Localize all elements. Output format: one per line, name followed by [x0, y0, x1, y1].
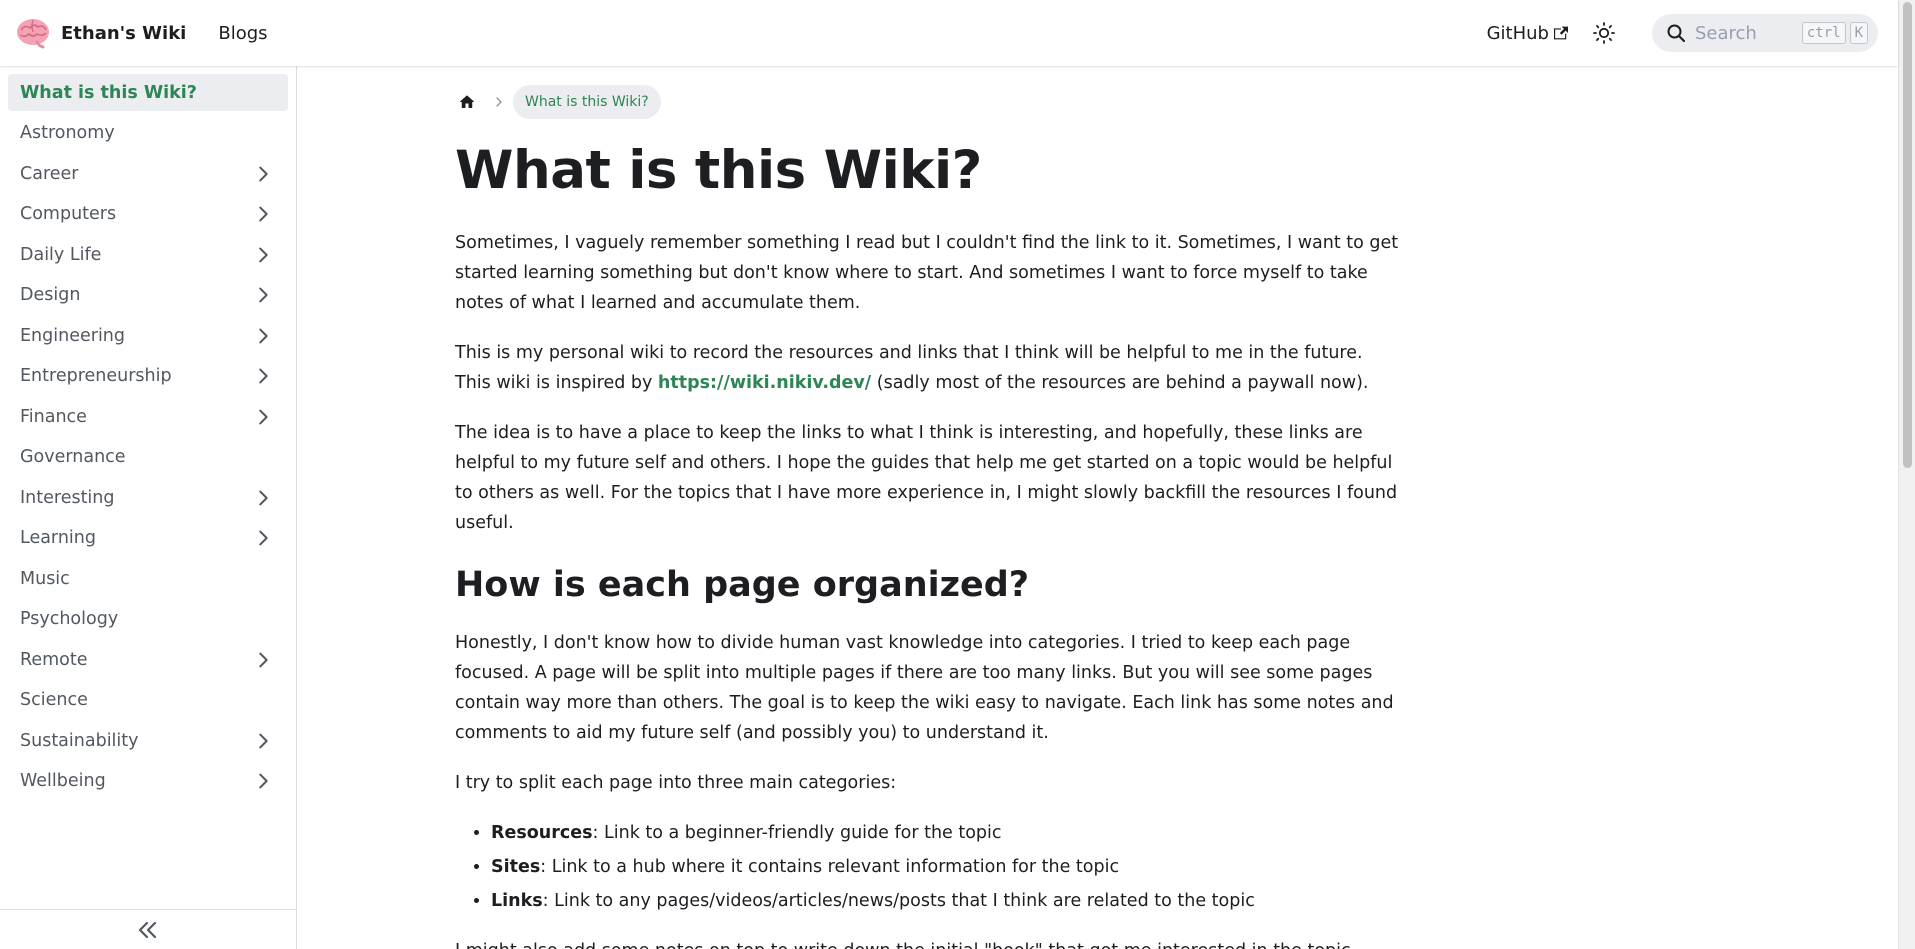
- breadcrumb: What is this Wiki?: [455, 84, 1399, 120]
- sidebar-item-label: Psychology: [20, 609, 119, 629]
- sidebar-item-label: Finance: [20, 406, 87, 427]
- sidebar-item-career[interactable]: Career: [8, 155, 288, 192]
- chevron-right-icon[interactable]: [252, 284, 274, 306]
- collapse-sidebar-button[interactable]: [0, 909, 296, 949]
- sidebar-item-label: Sustainability: [20, 730, 139, 751]
- chevron-right-icon[interactable]: [252, 365, 274, 387]
- sidebar-item-astronomy[interactable]: Astronomy: [8, 115, 288, 152]
- sidebar-item-daily-life[interactable]: Daily Life: [8, 236, 288, 273]
- sidebar-item-design[interactable]: Design: [8, 277, 288, 314]
- chevron-right-icon[interactable]: [252, 730, 274, 752]
- sidebar-item-engineering[interactable]: Engineering: [8, 317, 288, 354]
- section-heading-organization: How is each page organized?: [455, 565, 1030, 606]
- organization-paragraph: Honestly, I don't know how to divide hum…: [455, 633, 1394, 743]
- sidebar-item-label: Governance: [20, 447, 126, 467]
- chevron-right-icon[interactable]: [252, 406, 274, 428]
- sidebar-item-label: Design: [20, 285, 81, 305]
- sidebar-item-entrepreneurship[interactable]: Entrepreneurship: [8, 358, 288, 395]
- github-label: GitHub: [1486, 22, 1549, 44]
- chevron-right-icon[interactable]: [252, 163, 274, 185]
- sidebar-item-label: Engineering: [20, 325, 125, 346]
- chevron-right-icon[interactable]: [252, 487, 274, 509]
- brain-logo-icon: [17, 19, 49, 49]
- sidebar-item-label: Computers: [20, 204, 117, 224]
- sidebar-item-label: Remote: [20, 649, 88, 670]
- chevron-right-icon[interactable]: [252, 649, 274, 671]
- list-item-desc: : Link to any pages/videos/articles/news…: [542, 891, 1255, 911]
- sun-icon: [1593, 22, 1615, 44]
- sidebar-item-label: Career: [20, 163, 79, 184]
- sidebar-item-label: Science: [20, 690, 88, 710]
- sidebar-item-governance[interactable]: Governance: [8, 439, 288, 476]
- home-icon: [460, 95, 474, 108]
- nikiv-wiki-link[interactable]: https://wiki.nikiv.dev/: [658, 373, 871, 393]
- list-item: Resources: Link to a beginner-friendly g…: [491, 818, 1399, 848]
- scrollbar-thumb[interactable]: [1903, 2, 1912, 468]
- sidebar-item-label: Interesting: [20, 487, 115, 508]
- inspiration-paragraph: This is my personal wiki to record the r…: [455, 338, 1399, 398]
- sidebar-item-what-is-this-wiki[interactable]: What is this Wiki?: [8, 74, 288, 111]
- sidebar: What is this Wiki? Astronomy Career Compute…: [0, 66, 297, 949]
- list-item-term: Links: [491, 891, 543, 911]
- main-content: What is this Wiki? What is this Wiki? So…: [298, 66, 1898, 949]
- list-item: Sites: Link to a hub where it contains r…: [491, 852, 1399, 882]
- sidebar-item-computers[interactable]: Computers: [8, 196, 288, 233]
- doc-article: What is this Wiki? What is this Wiki? So…: [455, 66, 1399, 949]
- sidebar-item-label: What is this Wiki?: [20, 82, 197, 103]
- navbar: Ethan's Wiki Blogs GitHub Search ctrl K: [0, 0, 1898, 66]
- breadcrumb-current: What is this Wiki?: [513, 85, 661, 119]
- sidebar-item-sustainability[interactable]: Sustainability: [8, 722, 288, 759]
- list-item-term: Sites: [491, 857, 541, 877]
- brand-link[interactable]: Ethan's Wiki: [15, 15, 186, 51]
- chevron-right-icon[interactable]: [252, 203, 274, 225]
- sidebar-item-finance[interactable]: Finance: [8, 398, 288, 435]
- sidebar-item-psychology[interactable]: Psychology: [8, 601, 288, 638]
- kbd-ctrl: ctrl: [1801, 22, 1846, 44]
- list-item-term: Resources: [491, 823, 593, 843]
- categories-intro: I try to split each page into three main…: [455, 773, 897, 793]
- chevron-right-icon[interactable]: [252, 770, 274, 792]
- chevron-right-icon[interactable]: [252, 325, 274, 347]
- search-placeholder: Search: [1695, 22, 1757, 44]
- sidebar-item-learning[interactable]: Learning: [8, 520, 288, 557]
- navbar-right: GitHub Search ctrl K: [1487, 14, 1898, 52]
- sidebar-item-label: Music: [20, 568, 70, 589]
- page-scrollbar[interactable]: [1898, 0, 1915, 949]
- search-icon: [1667, 24, 1686, 43]
- idea-paragraph: The idea is to have a place to keep the …: [455, 423, 1398, 534]
- hook-paragraph: I might also add some notes on top to wr…: [455, 936, 1399, 949]
- sidebar-item-label: Learning: [20, 528, 96, 548]
- sidebar-item-label: Wellbeing: [20, 771, 106, 791]
- list-item: Links: Link to any pages/videos/articles…: [491, 886, 1399, 916]
- external-link-icon: [1554, 26, 1568, 40]
- categories-list: Resources: Link to a beginner-friendly g…: [455, 818, 1399, 916]
- inspiration-text-after: (sadly most of the resources are behind …: [871, 373, 1369, 394]
- sidebar-item-interesting[interactable]: Interesting: [8, 479, 288, 516]
- nav-link-blogs[interactable]: Blogs: [218, 23, 267, 44]
- kbd-k: K: [1849, 22, 1868, 44]
- sidebar-item-music[interactable]: Music: [8, 560, 288, 597]
- list-item-desc: : Link to a beginner-friendly guide for …: [592, 823, 1002, 843]
- intro-paragraph: Sometimes, I vaguely remember something …: [455, 233, 1399, 314]
- breadcrumb-separator-icon: [496, 97, 502, 107]
- github-link[interactable]: GitHub: [1487, 23, 1568, 44]
- breadcrumb-home-link[interactable]: [449, 84, 485, 120]
- theme-toggle-button[interactable]: [1586, 15, 1622, 51]
- chevron-right-icon[interactable]: [252, 527, 274, 549]
- sidebar-item-science[interactable]: Science: [8, 682, 288, 719]
- brand-title: Ethan's Wiki: [61, 22, 187, 44]
- sidebar-item-wellbeing[interactable]: Wellbeing: [8, 763, 288, 800]
- sidebar-menu: What is this Wiki? Astronomy Career Compute…: [0, 66, 296, 800]
- search-button[interactable]: Search ctrl K: [1652, 14, 1878, 52]
- sidebar-item-label: Astronomy: [20, 123, 115, 143]
- sidebar-item-label: Entrepreneurship: [20, 366, 172, 386]
- double-chevron-left-icon: [138, 921, 157, 938]
- sidebar-item-remote[interactable]: Remote: [8, 641, 288, 678]
- chevron-right-icon[interactable]: [252, 244, 274, 266]
- list-item-desc: : Link to a hub where it contains releva…: [540, 857, 1120, 877]
- page-title: What is this Wiki?: [455, 140, 982, 201]
- sidebar-item-label: Daily Life: [20, 244, 102, 265]
